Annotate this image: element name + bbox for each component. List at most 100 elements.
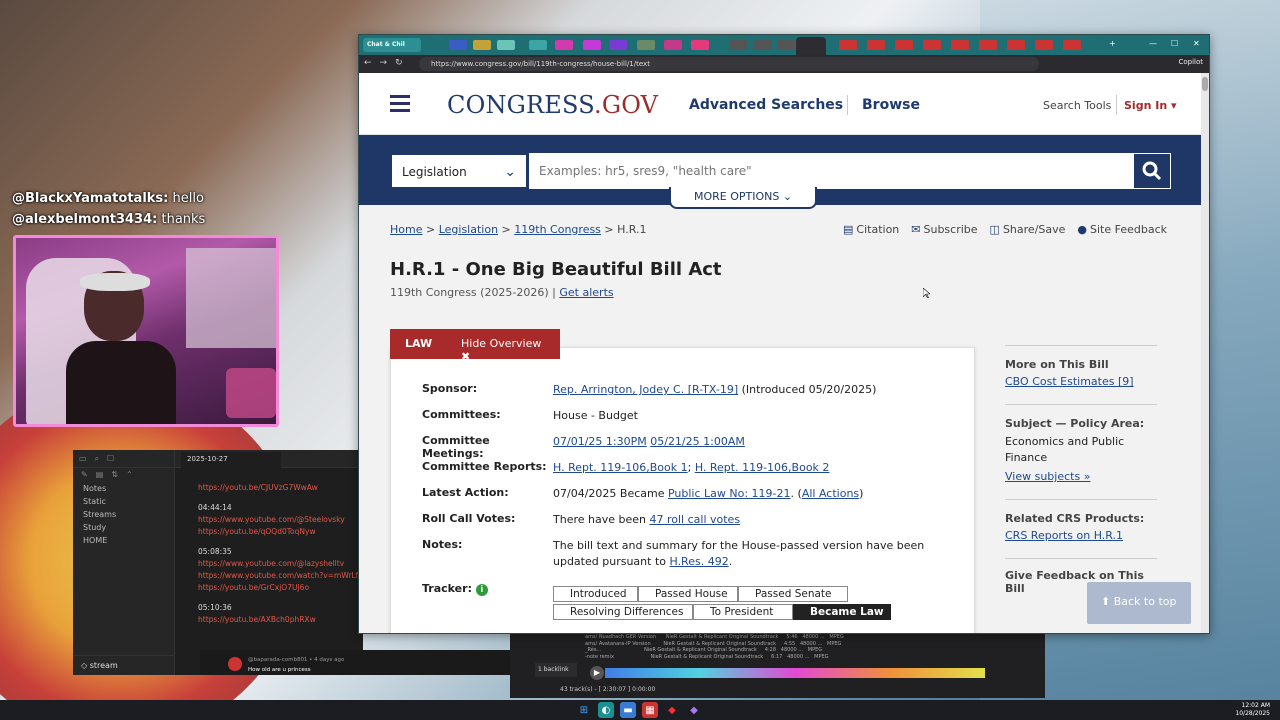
browser-tab[interactable]	[839, 40, 857, 50]
new-note-icon[interactable]: ✎	[81, 470, 88, 480]
notes-sidebar-item[interactable]: Notes	[73, 482, 174, 495]
notes-sidebar-item[interactable]: Study	[73, 521, 174, 534]
notes-sidebar-item[interactable]: HOME	[73, 534, 174, 547]
note-link[interactable]: https://youtu.be/CJUVzG7WwAw	[198, 482, 358, 494]
system-clock[interactable]: 12:02 AM 10/28/2025	[1235, 702, 1270, 718]
collapse-icon[interactable]: ⌃	[126, 470, 133, 480]
forward-icon[interactable]: →	[380, 58, 396, 68]
refresh-icon[interactable]: ↻	[395, 58, 411, 68]
browser-tab[interactable]	[729, 40, 747, 50]
notes-sidebar-item[interactable]: Streams	[73, 508, 174, 521]
breadcrumb-home[interactable]: Home	[390, 223, 422, 236]
browser-tab[interactable]	[555, 40, 573, 50]
browser-tab[interactable]	[1035, 40, 1053, 50]
browser-tab[interactable]	[923, 40, 941, 50]
browser-tab[interactable]	[664, 40, 682, 50]
note-link[interactable]: https://www.youtube.com/@Steelovsky	[198, 514, 358, 526]
search-button[interactable]	[1133, 153, 1171, 189]
roll-call-link[interactable]: 47 roll call votes	[649, 513, 740, 526]
sponsor-link[interactable]: Rep. Arrington, Jodey C. [R-TX-19]	[553, 383, 738, 396]
back-icon[interactable]: ←	[364, 58, 380, 68]
search-scope-select[interactable]: Legislation ⌄	[390, 153, 528, 189]
browser-tab[interactable]: Chat & Chil	[363, 38, 421, 52]
bookmark-icon[interactable]: ☐	[107, 454, 114, 463]
note-link[interactable]: https://youtu.be/AXBch0phRXw	[198, 614, 358, 626]
nav-advanced-searches[interactable]: Advanced Searches	[689, 97, 843, 113]
play-icon[interactable]: ▶	[590, 666, 604, 680]
citation-link[interactable]: ▤ Citation	[843, 223, 899, 236]
search-icon[interactable]: ⌕	[95, 454, 99, 463]
hide-overview-button[interactable]: Hide Overview ✖	[448, 329, 560, 363]
meeting-link[interactable]: 05/21/25 1:00AM	[650, 435, 745, 448]
browser-tab-active[interactable]	[796, 37, 826, 55]
hamburger-menu-icon[interactable]	[390, 95, 410, 112]
report-link[interactable]: H. Rept. 119-106,Book 2	[695, 461, 830, 474]
url-input[interactable]: https://www.congress.gov/bill/119th-cong…	[419, 57, 1039, 71]
browser-tab[interactable]	[529, 40, 547, 50]
notes-sidebar-item[interactable]: Static	[73, 495, 174, 508]
note-link[interactable]: https://www.youtube.com/watch?v=mWrLf8	[198, 570, 358, 582]
public-law-link[interactable]: Public Law No: 119-21	[668, 487, 791, 500]
waveform-seekbar[interactable]	[605, 668, 985, 678]
get-alerts-link[interactable]: Get alerts	[559, 286, 613, 299]
browser-tab[interactable]	[867, 40, 885, 50]
browser-tab[interactable]	[583, 40, 601, 50]
search-tools-link[interactable]: Search Tools	[1043, 99, 1111, 112]
nav-browse[interactable]: Browse	[862, 97, 920, 113]
search-input[interactable]	[529, 153, 1133, 189]
breadcrumb-congress[interactable]: 119th Congress	[514, 223, 601, 236]
scrollbar-thumb[interactable]	[1202, 77, 1208, 91]
folder-icon[interactable]: ▬	[620, 702, 636, 718]
note-tab[interactable]: 2025-10-27	[181, 452, 281, 468]
browser-tab[interactable]	[777, 40, 795, 50]
note-link[interactable]: https://youtu.be/qOQd0ToqNyw	[198, 526, 358, 538]
crs-reports-link[interactable]: CRS Reports on H.R.1	[1005, 529, 1123, 542]
sort-icon[interactable]: ⇅	[111, 470, 118, 480]
meeting-link[interactable]: 07/01/25 1:30PM	[553, 435, 647, 448]
hres-link[interactable]: H.Res. 492	[669, 555, 728, 568]
browser-tab[interactable]	[979, 40, 997, 50]
all-actions-link[interactable]: All Actions	[802, 487, 859, 500]
vault-switcher[interactable]: ◇ stream	[73, 655, 175, 675]
site-logo[interactable]: CONGRESS.GOV	[447, 91, 658, 119]
new-tab-icon[interactable]: +	[1109, 39, 1116, 48]
new-folder-icon[interactable]: ▤	[96, 470, 104, 480]
obsidian-icon[interactable]: ◆	[686, 702, 702, 718]
browser-tab[interactable]	[637, 40, 655, 50]
browser-tab[interactable]	[609, 40, 627, 50]
windows-start-icon[interactable]: ⊞	[576, 702, 592, 718]
sign-in-button[interactable]: Sign In ▾	[1124, 99, 1177, 112]
browser-tab[interactable]	[691, 40, 709, 50]
app-icon[interactable]: ◆	[664, 702, 680, 718]
folder-icon[interactable]: ▭	[79, 454, 87, 463]
maximize-button[interactable]: ☐	[1171, 39, 1178, 48]
minimize-button[interactable]: —	[1149, 39, 1157, 48]
cbo-estimates-link[interactable]: CBO Cost Estimates [9]	[1005, 375, 1134, 388]
back-to-top-button[interactable]: ⬆ Back to top	[1087, 582, 1191, 624]
browser-tab[interactable]	[473, 40, 491, 50]
calendar-icon[interactable]: ▦	[642, 702, 658, 718]
share-save-link[interactable]: ◫ Share/Save	[990, 223, 1066, 236]
copilot-button[interactable]: Copilot	[1178, 58, 1203, 66]
browser-tab[interactable]	[1063, 40, 1081, 50]
browser-tab[interactable]	[1007, 40, 1025, 50]
browser-tab[interactable]	[754, 40, 772, 50]
playlist-row[interactable]: -note remix NieR Gestalt & Replicant Ori…	[585, 654, 1045, 661]
subscribe-link[interactable]: ✉ Subscribe	[911, 223, 977, 236]
note-link[interactable]: https://youtu.be/GrCxjO7UJ6o	[198, 582, 358, 594]
site-feedback-link[interactable]: ● Site Feedback	[1077, 223, 1167, 236]
view-subjects-link[interactable]: View subjects »	[1005, 470, 1090, 483]
info-icon[interactable]: i	[475, 584, 488, 596]
note-link[interactable]: https://www.youtube.com/@lazyshelltv	[198, 558, 358, 570]
more-options-button[interactable]: MORE OPTIONS ⌄	[669, 187, 817, 209]
report-link[interactable]: H. Rept. 119-106,Book 1	[553, 461, 688, 474]
breadcrumb-legislation[interactable]: Legislation	[439, 223, 498, 236]
page-scrollbar[interactable]	[1201, 73, 1209, 633]
edge-browser-icon[interactable]: ◐	[598, 702, 614, 718]
backlink-badge[interactable]: 1 backlink	[535, 663, 577, 677]
close-button[interactable]: ✕	[1193, 39, 1200, 48]
browser-tab[interactable]	[497, 40, 515, 50]
browser-tab[interactable]	[951, 40, 969, 50]
browser-tab[interactable]	[449, 40, 467, 50]
browser-tab[interactable]	[895, 40, 913, 50]
